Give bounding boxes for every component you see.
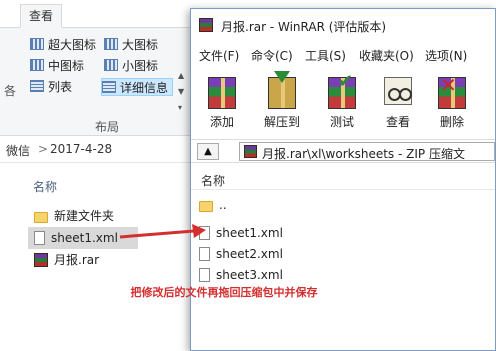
- ribbon-scroll-arrows[interactable]: ▲ ▼ ▾: [178, 68, 186, 116]
- winrar-app-icon: [199, 18, 213, 32]
- add-archive-icon: [204, 73, 240, 109]
- large-icons-icon: [104, 38, 118, 50]
- archive-file-list[interactable]: 名称 .. sheet1.xml sheet2.xml sheet3.xml: [191, 167, 495, 350]
- layout-large-icons[interactable]: 大图标: [104, 36, 158, 54]
- test-button[interactable]: ✔ 测试: [319, 71, 365, 133]
- entry-sheet3-xml[interactable]: sheet3.xml: [199, 265, 283, 285]
- layout-group-label: 布局: [95, 120, 120, 134]
- layout-medium-icons[interactable]: 中图标: [30, 57, 84, 75]
- menu-options[interactable]: 选项(N): [425, 47, 467, 64]
- archive-path-text: 月报.rar\xl\worksheets - ZIP 压缩文: [262, 147, 465, 161]
- menu-file[interactable]: 文件(F): [199, 47, 239, 64]
- breadcrumb-wechat[interactable]: 微信: [6, 142, 30, 159]
- parent-folder-row[interactable]: ..: [199, 195, 227, 215]
- header-divider: [191, 189, 495, 190]
- winrar-archive-icon: [244, 145, 257, 158]
- extract-folder-icon: [264, 71, 300, 109]
- entry-sheet2-xml[interactable]: sheet2.xml: [199, 244, 283, 264]
- winrar-archive-icon: [34, 253, 48, 267]
- menu-tools[interactable]: 工具(S): [305, 47, 346, 64]
- view-glasses-icon: [380, 73, 416, 109]
- layout-extra-large-icons[interactable]: 超大图标: [30, 36, 96, 54]
- layout-list[interactable]: 列表: [30, 78, 72, 96]
- name-column-header[interactable]: 名称: [33, 178, 57, 195]
- delete-button[interactable]: ✕ 删除: [429, 73, 475, 133]
- drag-arrow-icon: [119, 224, 206, 239]
- details-view-icon: [102, 81, 116, 93]
- tab-view[interactable]: 查看: [20, 4, 63, 28]
- menu-commands[interactable]: 命令(C): [251, 47, 293, 64]
- layout-details[interactable]: 详细信息: [101, 78, 174, 96]
- layout-small-icons[interactable]: 小图标: [104, 57, 158, 75]
- file-row-monthly-report-rar[interactable]: 月报.rar: [28, 249, 99, 271]
- small-icons-icon: [104, 59, 118, 71]
- view-button[interactable]: 查看: [375, 73, 421, 133]
- archive-path-field[interactable]: 月报.rar\xl\worksheets - ZIP 压缩文: [239, 142, 495, 161]
- toolbar: 添加 解压到 ✔ 测试 查看 ✕ 删除: [191, 71, 495, 135]
- entry-sheet1-xml[interactable]: sheet1.xml: [199, 223, 283, 243]
- up-one-level-button[interactable]: ▲: [197, 143, 219, 160]
- path-bar: ▲ 月报.rar\xl\worksheets - ZIP 压缩文: [191, 139, 495, 163]
- xml-file-icon: [199, 268, 210, 282]
- annotation-text: 把修改后的文件再拖回压缩包中并保存: [130, 286, 318, 299]
- extract-to-button[interactable]: 解压到: [259, 71, 305, 133]
- extra-large-icons-icon: [30, 38, 44, 50]
- breadcrumb-date-folder[interactable]: 2017-4-28: [50, 142, 112, 156]
- folder-icon: [199, 201, 213, 212]
- menu-bar: 文件(F) 命令(C) 工具(S) 收藏夹(O) 选项(N): [191, 47, 495, 67]
- xml-file-icon: [34, 231, 45, 245]
- file-row-new-folder[interactable]: 新建文件夹: [28, 205, 114, 227]
- list-view-icon: [30, 80, 44, 92]
- add-button[interactable]: 添加: [199, 73, 245, 133]
- breadcrumb-separator-icon: >: [38, 142, 49, 156]
- menu-favorites[interactable]: 收藏夹(O): [359, 47, 414, 64]
- xml-file-icon: [199, 247, 210, 261]
- test-archive-icon: ✔: [324, 71, 360, 109]
- winrar-titlebar[interactable]: 月报.rar - WinRAR (评估版本): [191, 9, 495, 41]
- delete-archive-icon: ✕: [434, 73, 470, 109]
- name-column-header[interactable]: 名称: [201, 172, 225, 189]
- folder-icon: [34, 212, 48, 223]
- medium-icons-icon: [30, 59, 44, 71]
- partial-ribbon-label: 各: [4, 84, 17, 98]
- window-title: 月报.rar - WinRAR (评估版本): [221, 20, 387, 34]
